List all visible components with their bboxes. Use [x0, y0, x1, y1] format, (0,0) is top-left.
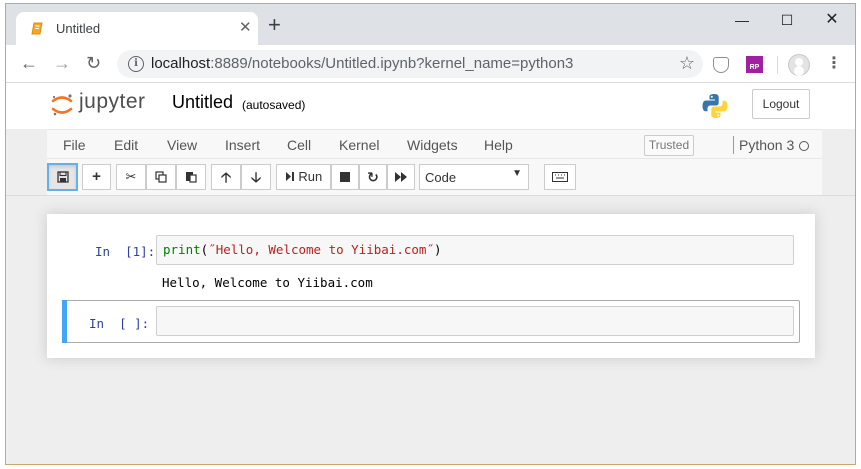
fast-forward-icon: [395, 172, 407, 182]
python-logo-icon: [702, 94, 728, 118]
new-tab-button[interactable]: +: [268, 14, 281, 36]
interrupt-button[interactable]: [331, 164, 359, 190]
jupyter-header: jupyter Untitled (autosaved) Logout: [6, 83, 855, 129]
minimize-button[interactable]: —: [727, 9, 757, 31]
add-cell-icon: +: [92, 168, 101, 185]
keyboard-icon: [552, 172, 568, 182]
menu-insert[interactable]: Insert: [225, 137, 260, 153]
run-label: Run: [298, 169, 323, 184]
restart-icon: ↻: [367, 169, 379, 185]
copy-button[interactable]: [146, 164, 176, 190]
cell-2-input[interactable]: [156, 306, 794, 336]
move-down-icon: 🡣: [250, 169, 262, 185]
cell-2[interactable]: In [ ]:: [62, 300, 800, 343]
notebook-toolbar: + ✂ 🡡 🡣 Run ↻ Code ▼: [47, 159, 822, 195]
logout-button[interactable]: Logout: [752, 89, 810, 119]
address-bar-row: ← → ↻ i localhost:8889/notebooks/Untitle…: [6, 45, 855, 83]
cell-type-select[interactable]: Code ▼: [419, 164, 529, 190]
jupyter-favicon-icon: [31, 22, 43, 35]
star-icon[interactable]: ☆: [679, 53, 695, 74]
kernel-divider: [733, 136, 734, 154]
command-palette-button[interactable]: [544, 164, 576, 190]
browser-tab[interactable]: Untitled ✕: [16, 12, 258, 45]
jupyter-logo-text[interactable]: jupyter: [79, 90, 146, 114]
save-icon: [56, 171, 69, 183]
cell-type-value: Code: [425, 170, 457, 185]
menu-kernel[interactable]: Kernel: [339, 137, 379, 153]
menu-widgets[interactable]: Widgets: [407, 137, 458, 153]
add-cell-button[interactable]: +: [82, 164, 111, 190]
cut-icon: ✂: [125, 169, 137, 184]
cell-1-code: print(˝Hello, Welcome to Yiibai.com˝): [163, 242, 442, 257]
cell-1-output: Hello, Welcome to Yiibai.com: [162, 275, 373, 290]
notebook-menubar: File Edit View Insert Cell Kernel Widget…: [47, 129, 822, 159]
close-window-button[interactable]: ✕: [817, 9, 847, 31]
trusted-indicator[interactable]: Trusted: [644, 135, 694, 156]
tab-close-icon[interactable]: ✕: [239, 19, 252, 37]
paste-button[interactable]: [176, 164, 206, 190]
selected-cell-indicator: [62, 300, 67, 343]
kernel-idle-icon: [799, 141, 809, 151]
restart-run-all-button[interactable]: [387, 164, 415, 190]
run-icon: [285, 172, 294, 181]
jupyter-logo-icon[interactable]: [51, 93, 73, 117]
kernel-name[interactable]: Python 3: [739, 137, 794, 153]
stop-icon: [340, 172, 350, 182]
move-up-button[interactable]: 🡡: [211, 164, 241, 190]
cell-1-input[interactable]: print(˝Hello, Welcome to Yiibai.com˝): [156, 235, 794, 265]
move-down-button[interactable]: 🡣: [241, 164, 271, 190]
cut-button[interactable]: ✂: [116, 164, 146, 190]
toolbar-divider: [777, 56, 778, 74]
reload-icon[interactable]: ↻: [86, 54, 101, 72]
notebook-name[interactable]: Untitled: [172, 92, 233, 113]
shield-extension-icon[interactable]: [713, 57, 729, 73]
menu-file[interactable]: File: [63, 137, 86, 153]
restart-button[interactable]: ↻: [359, 164, 387, 190]
tab-strip: Untitled ✕ + — ☐ ✕: [6, 4, 855, 45]
cell-2-prompt: In [ ]:: [89, 316, 150, 331]
run-button[interactable]: Run: [276, 164, 331, 190]
info-icon[interactable]: i: [128, 56, 144, 72]
tab-title: Untitled: [56, 21, 101, 36]
move-up-icon: 🡡: [220, 169, 232, 185]
save-status: (autosaved): [242, 98, 306, 112]
rp-extension-icon[interactable]: RP: [746, 56, 763, 73]
maximize-button[interactable]: ☐: [772, 9, 802, 31]
url-omnibox[interactable]: i localhost:8889/notebooks/Untitled.ipyn…: [117, 50, 703, 78]
menu-help[interactable]: Help: [484, 137, 513, 153]
save-button[interactable]: [47, 163, 78, 191]
browser-window: Untitled ✕ + — ☐ ✕ ← → ↻ i localhost:888…: [5, 3, 856, 465]
menu-icon[interactable]: ⋮: [826, 54, 842, 74]
profile-icon[interactable]: [788, 54, 810, 76]
notebook-container: In [1]: print(˝Hello, Welcome to Yiibai.…: [47, 214, 815, 358]
copy-icon: [155, 171, 167, 183]
notebook-site: In [1]: print(˝Hello, Welcome to Yiibai.…: [6, 195, 855, 464]
chevron-down-icon: ▼: [512, 168, 522, 179]
url-text[interactable]: localhost:8889/notebooks/Untitled.ipynb?…: [151, 55, 573, 72]
menu-cell[interactable]: Cell: [287, 137, 311, 153]
menu-view[interactable]: View: [167, 137, 197, 153]
forward-arrow-icon[interactable]: →: [53, 54, 71, 72]
cell-1-prompt: In [1]:: [95, 244, 156, 259]
menu-edit[interactable]: Edit: [114, 137, 138, 153]
paste-icon: [186, 172, 197, 183]
back-arrow-icon[interactable]: ←: [20, 54, 38, 72]
